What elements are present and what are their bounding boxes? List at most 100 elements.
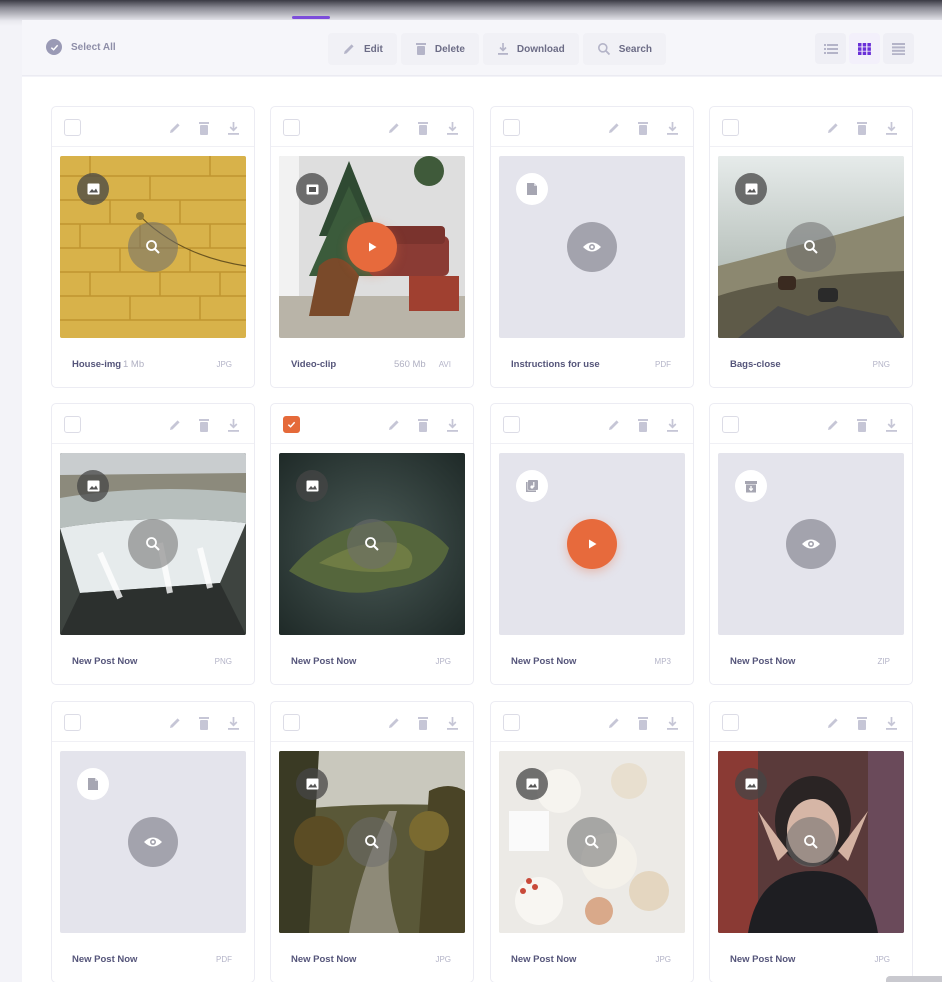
edit-icon[interactable]	[166, 416, 184, 434]
trash-icon[interactable]	[853, 714, 871, 732]
file-type: PNG	[872, 360, 890, 369]
download-icon[interactable]	[224, 416, 242, 434]
file-thumbnail[interactable]	[60, 751, 246, 933]
file-thumbnail[interactable]	[499, 751, 685, 933]
file-card[interactable]: New Post Now JPG	[270, 701, 474, 982]
edit-icon[interactable]	[166, 714, 184, 732]
trash-icon[interactable]	[634, 119, 652, 137]
download-icon[interactable]	[224, 119, 242, 137]
file-card[interactable]: New Post Now JPG	[270, 403, 474, 685]
download-icon[interactable]	[882, 119, 900, 137]
download-button[interactable]: Download	[482, 33, 579, 65]
file-card[interactable]: New Post Now PDF	[51, 701, 255, 982]
file-checkbox[interactable]	[722, 119, 739, 136]
file-name: House-img	[72, 359, 122, 370]
file-checkbox[interactable]	[64, 119, 81, 136]
file-card[interactable]: New Post Now JPG	[490, 701, 694, 982]
file-checkbox[interactable]	[722, 714, 739, 731]
download-icon[interactable]	[663, 416, 681, 434]
file-card[interactable]: Bags-close PNG	[709, 106, 913, 388]
trash-icon[interactable]	[195, 119, 213, 137]
card-footer: Bags-close PNG	[710, 357, 912, 371]
file-thumbnail[interactable]	[279, 453, 465, 635]
file-card[interactable]: New Post Now JPG	[709, 701, 913, 982]
edit-icon[interactable]	[385, 119, 403, 137]
download-icon[interactable]	[882, 714, 900, 732]
select-all-button[interactable]: Select All	[46, 39, 116, 55]
card-header	[710, 702, 912, 742]
zoom-button[interactable]	[128, 222, 178, 272]
edit-icon[interactable]	[824, 119, 842, 137]
zoom-button[interactable]	[567, 817, 617, 867]
file-checkbox[interactable]	[283, 714, 300, 731]
trash-icon[interactable]	[414, 119, 432, 137]
file-thumbnail[interactable]	[718, 156, 904, 338]
file-type: JPG	[435, 657, 451, 666]
trash-icon[interactable]	[853, 416, 871, 434]
file-card[interactable]: Video-clip 560 Mb AVI	[270, 106, 474, 388]
file-thumbnail[interactable]	[718, 751, 904, 933]
file-checkbox[interactable]	[64, 714, 81, 731]
edit-button[interactable]: Edit	[328, 33, 397, 65]
list-view-button[interactable]	[815, 33, 846, 64]
zoom-button[interactable]	[786, 817, 836, 867]
edit-icon[interactable]	[166, 119, 184, 137]
trash-icon[interactable]	[414, 416, 432, 434]
search-button[interactable]: Search	[582, 33, 667, 65]
file-thumbnail[interactable]	[279, 156, 465, 338]
trash-icon[interactable]	[195, 416, 213, 434]
file-thumbnail[interactable]	[279, 751, 465, 933]
delete-button[interactable]: Delete	[400, 33, 479, 65]
file-card[interactable]: House-img 1 Mb JPG	[51, 106, 255, 388]
file-card[interactable]: Instructions for use PDF	[490, 106, 694, 388]
file-checkbox[interactable]	[64, 416, 81, 433]
download-icon[interactable]	[663, 714, 681, 732]
zoom-button[interactable]	[347, 519, 397, 569]
file-checkbox[interactable]	[283, 119, 300, 136]
zoom-button[interactable]	[128, 519, 178, 569]
trash-icon[interactable]	[414, 714, 432, 732]
preview-button[interactable]	[786, 519, 836, 569]
download-icon[interactable]	[882, 416, 900, 434]
edit-icon[interactable]	[824, 416, 842, 434]
file-thumbnail[interactable]	[60, 453, 246, 635]
file-checkbox[interactable]	[503, 416, 520, 433]
play-button[interactable]	[567, 519, 617, 569]
download-icon[interactable]	[443, 416, 461, 434]
download-icon[interactable]	[443, 714, 461, 732]
trash-icon[interactable]	[634, 416, 652, 434]
file-card[interactable]: New Post Now MP3	[490, 403, 694, 685]
table-view-button[interactable]	[883, 33, 914, 64]
trash-icon[interactable]	[195, 714, 213, 732]
file-thumbnail[interactable]	[499, 453, 685, 635]
download-icon[interactable]	[663, 119, 681, 137]
zoom-button[interactable]	[347, 817, 397, 867]
file-checkbox[interactable]	[722, 416, 739, 433]
file-card[interactable]: New Post Now PNG	[51, 403, 255, 685]
grid-view-button[interactable]	[849, 33, 880, 64]
view-switcher	[815, 33, 914, 64]
file-checkbox[interactable]	[503, 714, 520, 731]
file-card[interactable]: New Post Now ZIP	[709, 403, 913, 685]
file-thumbnail[interactable]	[499, 156, 685, 338]
edit-icon[interactable]	[824, 714, 842, 732]
preview-button[interactable]	[567, 222, 617, 272]
file-checkbox[interactable]	[283, 416, 300, 433]
edit-icon[interactable]	[385, 714, 403, 732]
download-icon[interactable]	[224, 714, 242, 732]
file-thumbnail[interactable]	[60, 156, 246, 338]
edit-icon[interactable]	[385, 416, 403, 434]
play-button[interactable]	[347, 222, 397, 272]
edit-icon[interactable]	[605, 119, 623, 137]
pencil-icon	[344, 44, 354, 54]
file-checkbox[interactable]	[503, 119, 520, 136]
trash-icon[interactable]	[853, 119, 871, 137]
zoom-button[interactable]	[786, 222, 836, 272]
card-footer: New Post Now JPG	[271, 654, 473, 668]
preview-button[interactable]	[128, 817, 178, 867]
download-icon[interactable]	[443, 119, 461, 137]
trash-icon[interactable]	[634, 714, 652, 732]
edit-icon[interactable]	[605, 714, 623, 732]
file-thumbnail[interactable]	[718, 453, 904, 635]
edit-icon[interactable]	[605, 416, 623, 434]
